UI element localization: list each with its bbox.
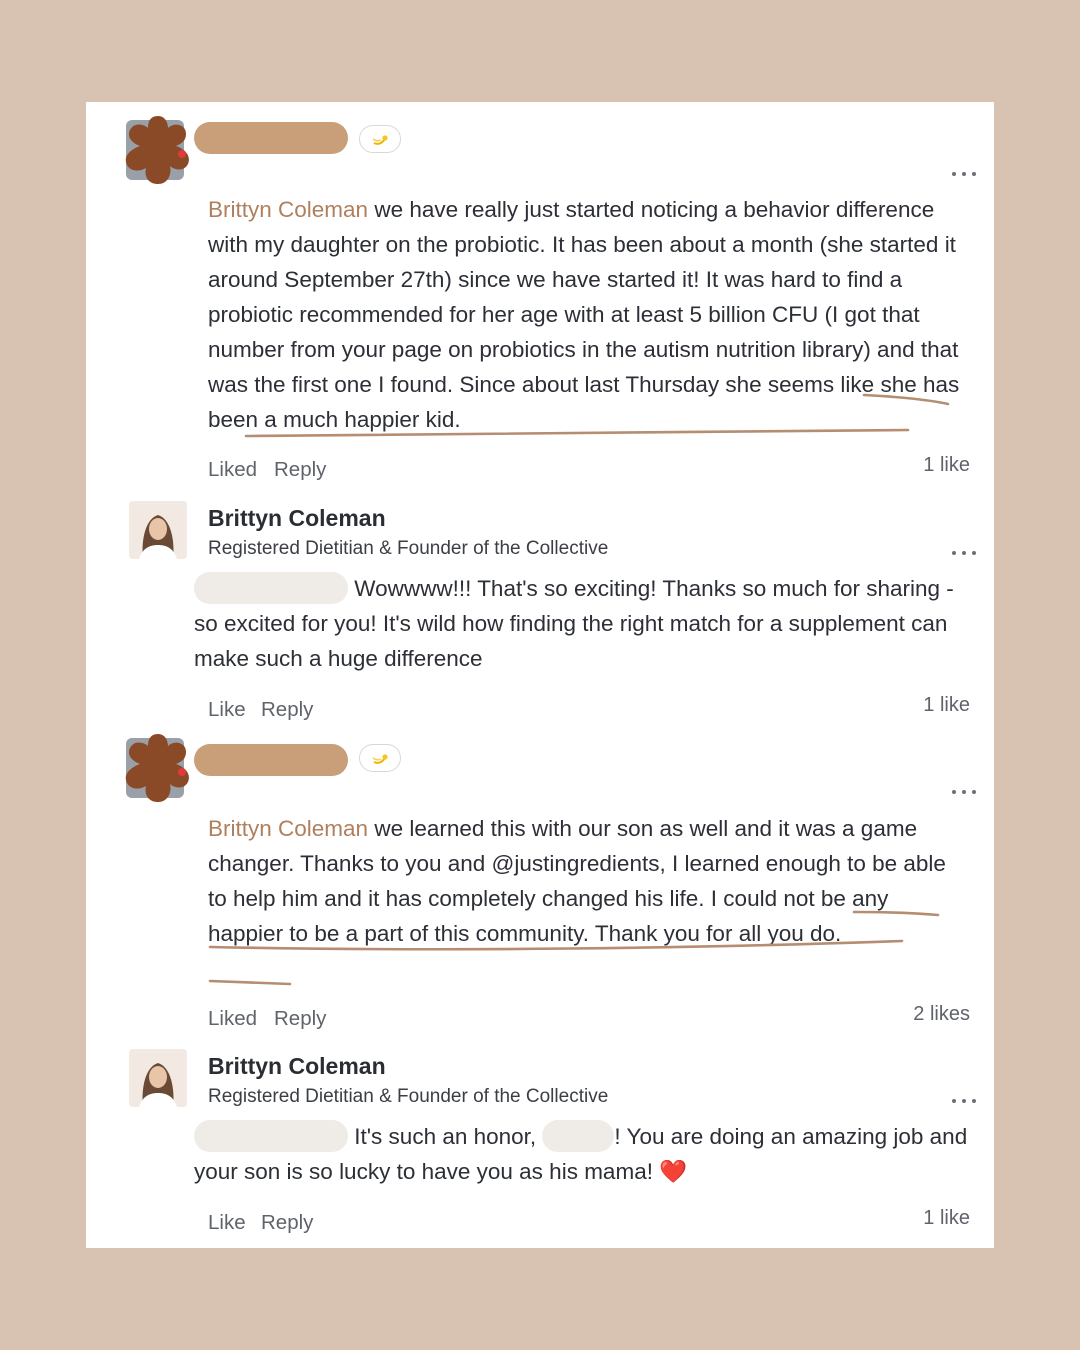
like-count[interactable]: 1 like <box>923 1207 970 1230</box>
author-name[interactable]: Brittyn Coleman <box>208 505 386 532</box>
comet-emoji-icon <box>359 125 401 153</box>
redacted-avatar-icon[interactable] <box>122 732 194 804</box>
avatar-photo-icon <box>129 501 187 559</box>
like-button[interactable]: Liked <box>208 1007 257 1031</box>
like-button[interactable]: Like <box>208 698 246 722</box>
like-count[interactable]: 2 likes <box>913 1003 970 1026</box>
comments-card: Brittyn Coleman we have really just star… <box>86 102 994 1248</box>
heart-emoji-icon: ❤️ <box>659 1159 688 1184</box>
redacted-avatar-icon[interactable] <box>122 114 194 186</box>
mention-link[interactable]: Brittyn Coleman <box>208 197 368 222</box>
reply-body: Wowwww!!! That's so exciting! Thanks so … <box>194 571 968 676</box>
reply-body: It's such an honor, ! You are doing an a… <box>194 1119 968 1189</box>
more-options-icon[interactable] <box>952 788 976 796</box>
reply-button[interactable]: Reply <box>261 1211 313 1235</box>
comet-emoji-icon <box>359 744 401 772</box>
like-button[interactable]: Like <box>208 1211 246 1235</box>
author-name[interactable]: Brittyn Coleman <box>208 1053 386 1080</box>
redacted-name[interactable] <box>194 744 348 776</box>
reply-button[interactable]: Reply <box>274 458 326 482</box>
avatar[interactable] <box>129 1049 187 1107</box>
author-title: Registered Dietitian & Founder of the Co… <box>208 1086 609 1107</box>
comment-body: Brittyn Coleman we have really just star… <box>208 197 960 432</box>
redacted-name-inline <box>542 1120 615 1152</box>
reply-button[interactable]: Reply <box>261 698 313 722</box>
avatar-photo-icon <box>129 1049 187 1107</box>
redacted-mention[interactable] <box>194 1120 348 1152</box>
like-count[interactable]: 1 like <box>923 694 970 717</box>
more-options-icon[interactable] <box>952 549 976 557</box>
more-options-icon[interactable] <box>952 1097 976 1105</box>
avatar[interactable] <box>129 501 187 559</box>
like-count[interactable]: 1 like <box>923 454 970 477</box>
reply-button[interactable]: Reply <box>274 1007 326 1031</box>
comment-body: Brittyn Coleman we learned this with our… <box>208 816 946 946</box>
redacted-name[interactable] <box>194 122 348 154</box>
author-title: Registered Dietitian & Founder of the Co… <box>208 538 609 559</box>
like-button[interactable]: Liked <box>208 458 257 482</box>
more-options-icon[interactable] <box>952 170 976 178</box>
mention-link[interactable]: Brittyn Coleman <box>208 816 368 841</box>
redacted-mention[interactable] <box>194 572 348 604</box>
